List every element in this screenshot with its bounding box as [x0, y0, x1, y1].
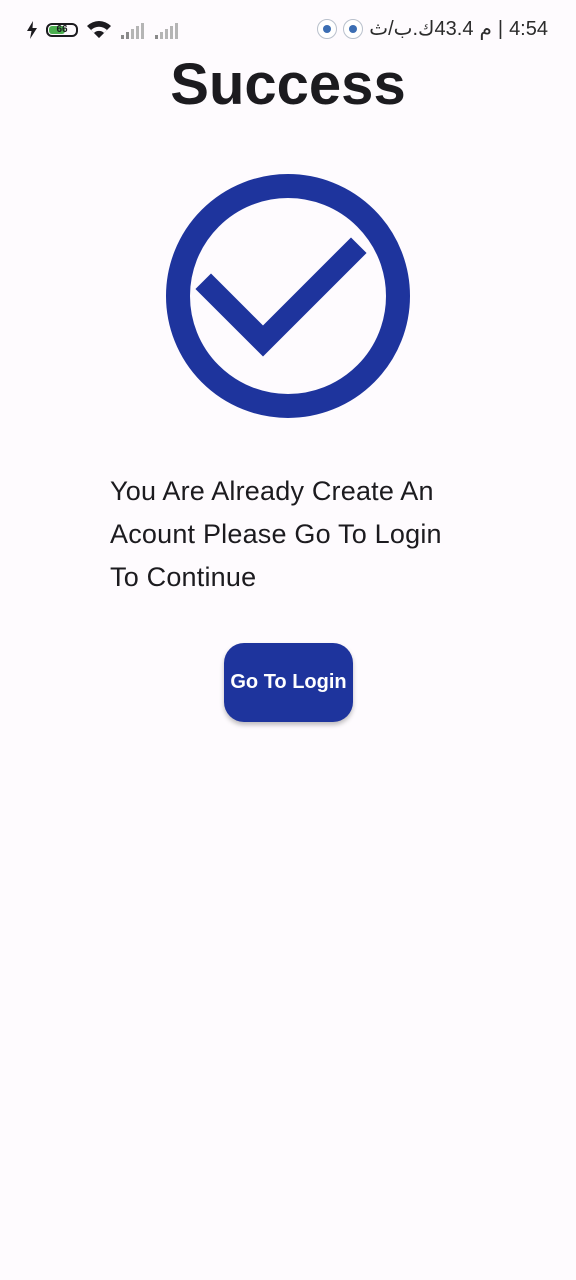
status-bar-left: 66 — [26, 17, 180, 43]
check-circle-icon — [166, 174, 410, 418]
app-notification-icon — [343, 19, 364, 39]
go-to-login-button[interactable]: Go To Login — [224, 643, 353, 722]
network-speed: 43.4ك.ب/ث — [369, 18, 474, 40]
clock: 4:54 — [509, 18, 548, 40]
battery-level: 66 — [56, 24, 68, 35]
charging-bolt-icon — [27, 21, 37, 39]
wifi-icon — [87, 21, 111, 38]
status-bar-right: 43.4ك.ب/ث م | 4:54 — [317, 15, 548, 43]
success-message: You Are Already Create An Acount Please … — [110, 476, 442, 592]
status-bar: 66 43.4ك.ب/ث م | 4:54 — [0, 0, 576, 58]
app-notification-icon — [317, 19, 338, 39]
page-title: Success — [170, 52, 406, 117]
battery-icon: 66 — [46, 23, 78, 37]
status-separator: | — [497, 17, 504, 40]
am-pm-indicator: م — [479, 18, 492, 40]
signal-icon — [155, 23, 178, 39]
signal-icon — [121, 23, 144, 39]
